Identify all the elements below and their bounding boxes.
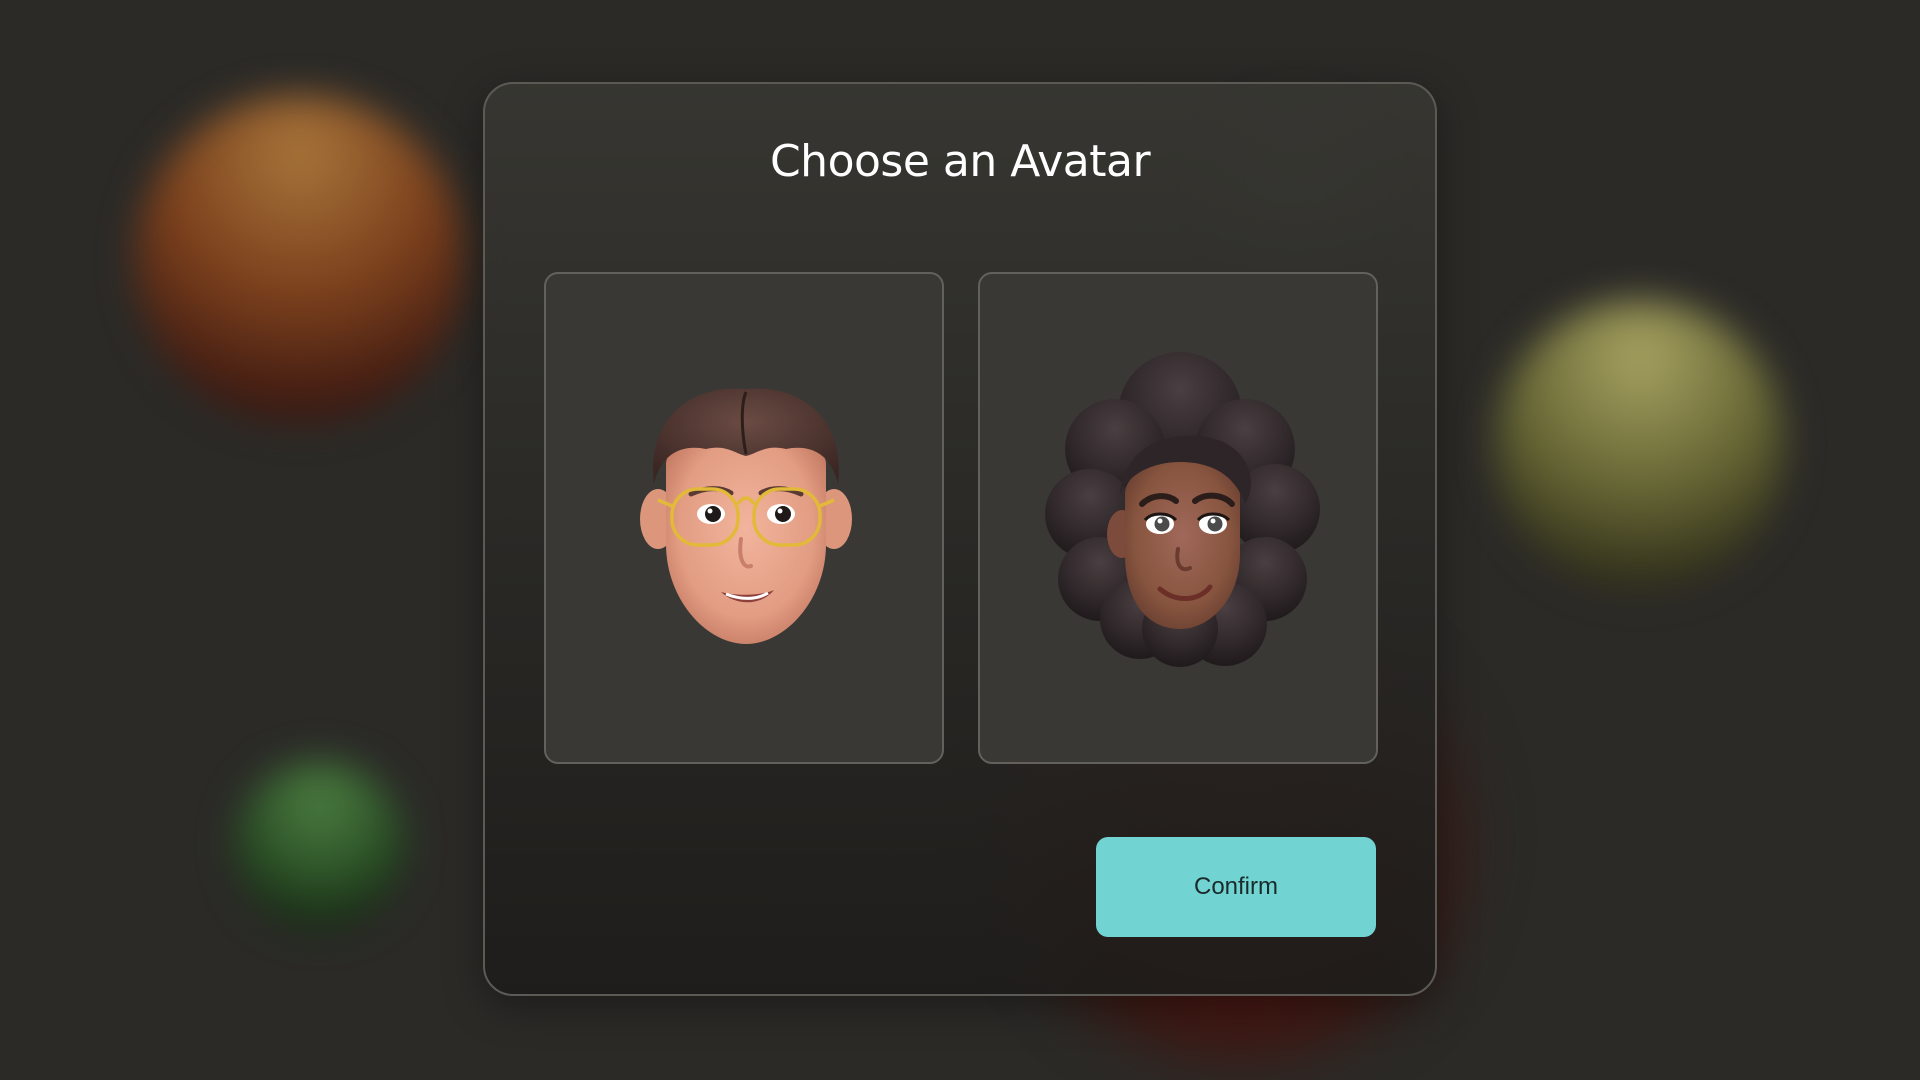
female-avatar-curly-hair-icon (1045, 352, 1320, 667)
background-orb-olive (1495, 300, 1785, 590)
confirm-button[interactable]: Confirm (1096, 837, 1376, 937)
avatar-option-male[interactable] (544, 272, 944, 764)
male-avatar-with-glasses-icon (640, 388, 852, 644)
dialog-title: Choose an Avatar (769, 136, 1151, 187)
background-orb-orange (135, 95, 465, 425)
background-orb-green (235, 760, 405, 930)
avatar-option-female[interactable] (978, 272, 1378, 764)
avatar-dialog: Choose an Avatar Confirm (483, 82, 1437, 996)
